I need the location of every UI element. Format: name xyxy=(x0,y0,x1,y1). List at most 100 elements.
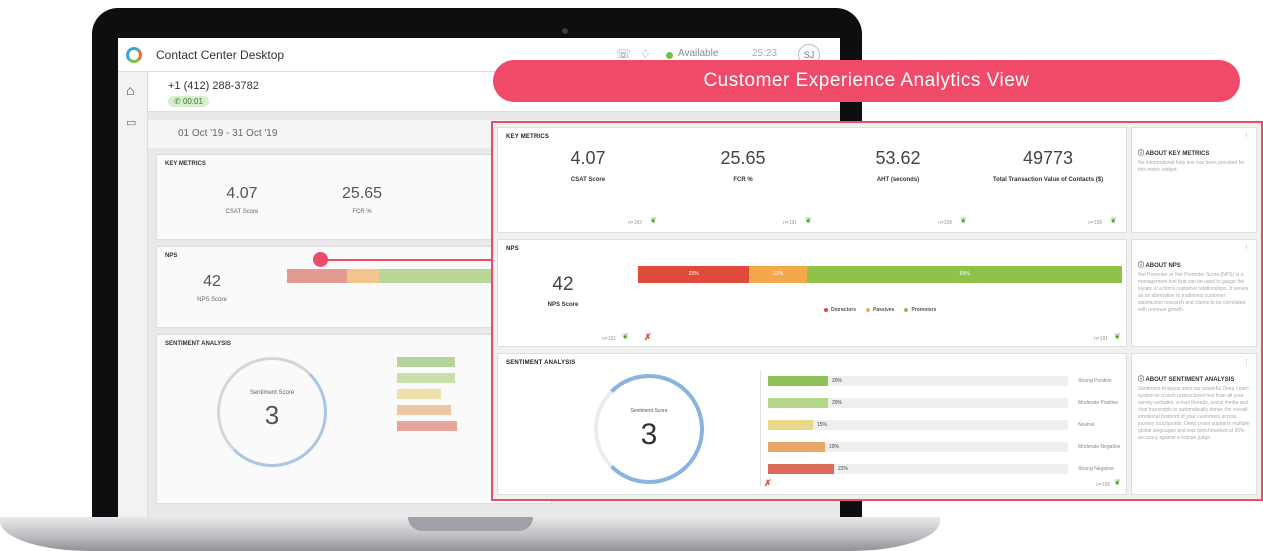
leaf-icon[interactable]: ❦ xyxy=(1114,478,1121,487)
csat-n: n=182 xyxy=(628,220,643,226)
left-rail: ⌂ ▭ xyxy=(118,72,148,520)
nps-score-label: NPS Score xyxy=(547,302,579,308)
leaf-icon[interactable]: ❦ xyxy=(1110,216,1117,225)
sentiment-bar-track: 22% xyxy=(768,464,1068,474)
leaf-icon[interactable]: ❦ xyxy=(805,216,812,225)
nps-legend: Detractors Passives Promoters xyxy=(824,307,936,313)
about-nps-title-text: ABOUT NPS xyxy=(1145,263,1181,269)
about-nps-title: ⓘ ABOUT NPS xyxy=(1138,263,1181,269)
leaf-icon[interactable]: ❦ xyxy=(1114,332,1121,341)
phone-icon[interactable]: ☏ xyxy=(616,47,631,61)
dim-detractors-seg xyxy=(287,269,348,283)
sentiment-pct: 15% xyxy=(817,422,828,428)
sentiment-card: SENTIMENT ANALYSIS Sentiment Score 3 20%… xyxy=(497,353,1127,495)
passives-segment: 12% xyxy=(749,266,808,283)
sentiment-label: Moderate Negative xyxy=(1078,444,1121,450)
metric-value: 53.62 xyxy=(875,148,921,168)
metric-label: Total Transaction Value of Contacts ($) xyxy=(992,177,1104,183)
dim-sent-bar xyxy=(397,421,457,431)
metric-label: CSAT Score xyxy=(570,177,606,183)
sentiment-score-label: Sentiment Score xyxy=(630,408,668,414)
nps-n: n=191 xyxy=(602,336,617,342)
dim-sent-bar xyxy=(397,405,451,415)
sentiment-pct: 20% xyxy=(832,400,843,406)
about-sentiment-title: ⓘ ABOUT SENTIMENT ANALYSIS xyxy=(1138,377,1235,383)
app-logo-icon xyxy=(126,47,142,63)
leaf-icon[interactable]: ❦ xyxy=(622,332,629,341)
dim-sentiment-score: 3 xyxy=(264,400,280,430)
fcr-n: n=191 xyxy=(783,220,798,226)
bell-icon[interactable]: ♢ xyxy=(640,47,651,61)
dim-fcr-value: 25.65 xyxy=(341,185,383,202)
nps-bar-n: n=191 xyxy=(1094,336,1109,342)
metric-csat: 4.07 CSAT Score xyxy=(513,148,663,183)
app-title: Contact Center Desktop xyxy=(156,48,285,62)
sentiment-bar: 22% xyxy=(768,464,848,474)
about-key-metrics-title: ⓘ ABOUT KEY METRICS xyxy=(1138,151,1210,157)
legend-promoters: Promoters xyxy=(904,307,936,313)
about-key-metrics-title-text: ABOUT KEY METRICS xyxy=(1145,151,1210,157)
more-icon[interactable]: ⋮ xyxy=(1243,358,1250,366)
callout-dot xyxy=(313,252,328,267)
about-nps-panel: ⋮ ⓘ ABOUT NPS Net Promoter or Net Promot… xyxy=(1131,239,1257,347)
sentiment-score: 3 xyxy=(640,418,658,451)
dim-sent-bar xyxy=(397,389,441,399)
about-sentiment-panel: ⋮ ⓘ ABOUT SENTIMENT ANALYSIS Sentiment A… xyxy=(1131,353,1257,495)
total-n: n=158 xyxy=(1088,220,1103,226)
close-icon[interactable]: ✗ xyxy=(764,478,772,489)
camera-icon xyxy=(562,28,568,34)
about-nps-text: Net Promoter or Net Promoter Score (NPS)… xyxy=(1138,272,1249,313)
metric-total-value: 49773 Total Transaction Value of Contact… xyxy=(973,148,1123,183)
legend-detractors: Detractors xyxy=(824,307,856,313)
date-range[interactable]: 01 Oct '19 - 31 Oct '19 xyxy=(178,128,277,139)
dim-nps-title: NPS xyxy=(165,253,178,259)
status-dot xyxy=(666,52,673,59)
sentiment-label: Strong Positive xyxy=(1078,378,1112,384)
legend-label: Passives xyxy=(873,307,895,313)
caller-number: +1 (412) 288-3782 xyxy=(168,80,259,92)
dim-sentiment-label: Sentiment Score xyxy=(249,390,295,396)
metric-value: 25.65 xyxy=(720,148,766,168)
sentiment-bar: 20% xyxy=(768,398,842,408)
analytics-icon[interactable]: ▭ xyxy=(126,116,136,129)
sentiment-bar: 20% xyxy=(768,376,842,386)
dim-sentiment-ring: Sentiment Score 3 xyxy=(217,357,327,467)
legend-dot xyxy=(824,308,828,312)
home-icon[interactable]: ⌂ xyxy=(126,82,134,98)
sentiment-label: Moderate Positive xyxy=(1078,400,1119,406)
dim-sent-bar xyxy=(397,357,455,367)
aht-n: n=158 xyxy=(938,220,953,226)
sentiment-bar-track: 19% xyxy=(768,442,1068,452)
leaf-icon[interactable]: ❦ xyxy=(960,216,967,225)
call-timer-text: 00:01 xyxy=(182,97,203,106)
callout-line xyxy=(320,259,492,261)
nps-card: NPS 42 NPS Score n=191 ❦ ✗ 23% 12% 65% D… xyxy=(497,239,1127,347)
metric-aht: 53.62 AHT (seconds) xyxy=(823,148,973,183)
status-select[interactable]: Available xyxy=(678,48,718,59)
legend-dot xyxy=(904,308,909,312)
promoters-segment: 65% xyxy=(807,266,1122,283)
nps-title: NPS xyxy=(506,246,519,252)
about-sentiment-title-text: ABOUT SENTIMENT ANALYSIS xyxy=(1145,377,1235,383)
about-sentiment-text: Sentiment Analysis uses our powerful Dee… xyxy=(1138,386,1250,441)
close-icon[interactable]: ✗ xyxy=(644,332,652,343)
legend-passives: Passives xyxy=(866,307,894,313)
laptop-notch xyxy=(408,517,533,531)
nps-bar: 23% 12% 65% xyxy=(638,266,1122,283)
sentiment-pct: 22% xyxy=(838,466,849,472)
zoomed-analytics-panel: KEY METRICS 4.07 CSAT Score 25.65 FCR % … xyxy=(491,121,1263,501)
metric-value: 49773 xyxy=(1022,148,1074,168)
more-icon[interactable]: ⋮ xyxy=(1243,244,1250,252)
more-icon[interactable]: ⋮ xyxy=(1243,132,1250,140)
divider xyxy=(760,370,761,486)
sentiment-ring: Sentiment Score 3 xyxy=(594,374,704,484)
dim-nps-score: 42 xyxy=(203,273,221,290)
sentiment-label: Neutral xyxy=(1078,422,1095,428)
about-key-metrics-text: No informational help text has been prov… xyxy=(1138,160,1245,173)
sentiment-bar: 15% xyxy=(768,420,827,430)
detractors-segment: 23% xyxy=(638,266,750,283)
metric-label: AHT (seconds) xyxy=(876,177,920,183)
leaf-icon[interactable]: ❦ xyxy=(650,216,657,225)
dim-nps-label: NPS Score xyxy=(197,297,227,303)
state-timer: 25:23 xyxy=(752,48,778,59)
